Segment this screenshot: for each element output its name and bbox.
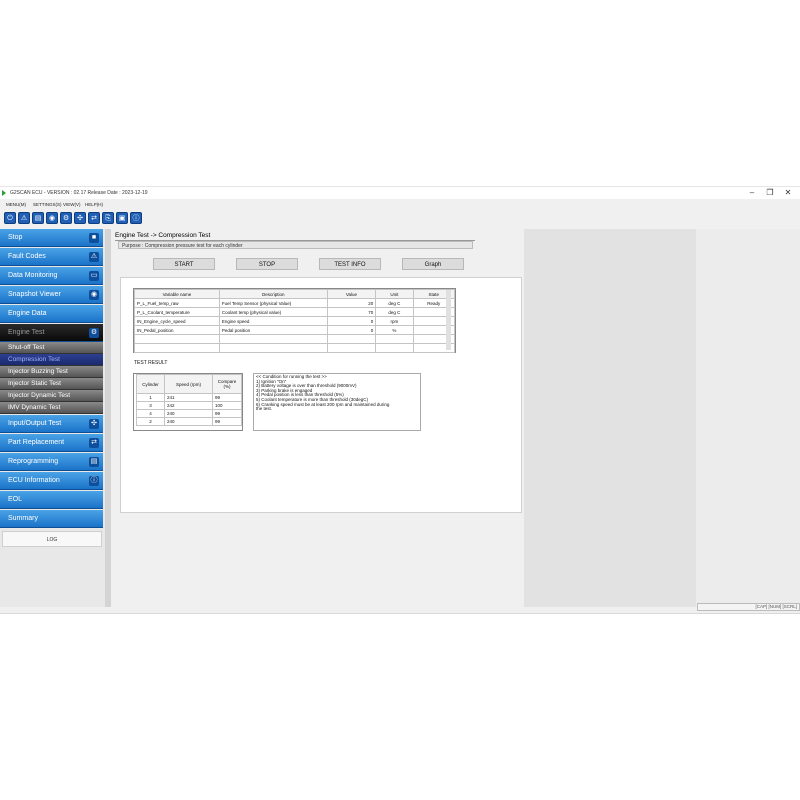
close-button[interactable]: ✕ [780,187,796,199]
window-title: G2SCAN ECU - VERSION : 02.17 Release Dat… [10,190,148,196]
table-row[interactable]: 2 240 99 [136,417,242,426]
sidebar-item-summary[interactable]: Summary [0,510,103,528]
result-table: Cylinder Speed (rpm) Compare (%) 1 241 9… [136,374,242,426]
variable-table-scrollbar[interactable] [446,290,451,350]
sidebar-item-reprogramming[interactable]: Reprogramming ▤ [0,453,103,471]
column-header: Speed (rpm) [164,374,213,394]
menu-settings[interactable]: SETTINGS(S) [33,200,62,209]
camera-icon: ◉ [89,290,99,300]
column-header: Value [326,289,377,299]
test-info-button[interactable]: TEST INFO [319,258,381,270]
sidebar-scrollbar[interactable] [105,229,111,607]
column-header: Cylinder [136,374,165,394]
sidebar-item-engine-data[interactable]: Engine Data [0,305,103,323]
sidebar-item-snapshot-viewer[interactable]: Snapshot Viewer ◉ [0,286,103,304]
monitor-icon: ▭ [89,271,99,281]
info-icon: ⓘ [89,476,99,486]
column-header: Compare (%) [212,374,242,394]
variable-table: Variable name Description Value Unit Sta… [134,289,456,353]
warning-icon: ⚠ [89,252,99,262]
table-row[interactable]: IN_Engine_cycle_speed Engine speed 0 rpm [134,316,456,326]
app-window: G2SCAN ECU - VERSION : 02.17 Release Dat… [0,186,800,614]
table-row[interactable]: P_L_Coolant_temperature Coolant temp (ph… [134,307,456,317]
replace-icon[interactable]: ⇄ [88,212,100,224]
table-row[interactable]: P_L_Fuel_temp_raw Fuel Temp Sensor (phys… [134,298,456,308]
io-icon[interactable]: ✣ [74,212,86,224]
table-row[interactable]: 1 241 99 [136,393,242,402]
stop-button[interactable]: STOP [236,258,298,270]
info-icon[interactable]: ⓘ [130,212,142,224]
menu-view[interactable]: VIEW(V) [63,200,81,209]
column-header: Unit [375,289,414,299]
sidebar-item-io-test[interactable]: Input/Output Test ✣ [0,415,103,433]
sidebar-item-data-monitoring[interactable]: Data Monitoring ▭ [0,267,103,285]
graph-button[interactable]: Graph [402,258,464,270]
test-conditions-box: << Condition for running the test >> 1) … [253,373,421,431]
fault-icon[interactable]: ⚠ [18,212,30,224]
sidebar-item-stop[interactable]: Stop ■ [0,229,103,247]
replace-icon: ⇄ [89,438,99,448]
breadcrumb: Engine Test -> Compression Test [115,231,475,241]
sidebar-item-fault-codes[interactable]: Fault Codes ⚠ [0,248,103,266]
sidebar-item-engine-test[interactable]: Engine Test ⚙ [0,324,103,342]
sidebar-item-part-replacement[interactable]: Part Replacement ⇄ [0,434,103,452]
chip-icon: ▤ [89,457,99,467]
table-row[interactable]: IN_Pedal_position Pedal position 0 % [134,325,456,335]
maximize-button[interactable]: ❐ [762,187,778,199]
status-bar: [CAP] [NUM] [SCRL] [697,603,800,611]
test-result-label: TEST RESULT [134,360,168,366]
chip-icon[interactable]: ▣ [116,212,128,224]
test-panel: Variable name Description Value Unit Sta… [120,277,522,513]
monitor-icon[interactable]: ▤ [32,212,44,224]
menu-help[interactable]: HELP(H) [85,200,103,209]
purpose-text: Purpose : Compression pressure test for … [118,241,473,249]
sidebar-item-ecu-information[interactable]: ECU Information ⓘ [0,472,103,490]
start-button[interactable]: START [153,258,215,270]
camera-icon[interactable]: ◉ [46,212,58,224]
table-row[interactable] [134,343,456,353]
log-button[interactable]: LOG [2,531,102,547]
column-header: Variable name [134,289,220,299]
menu-bar: MENU(M) SETTINGS(S) VIEW(V) HELP(H) [0,200,800,209]
power-icon[interactable]: ⏻ [4,212,16,224]
sidebar: Stop ■ Fault Codes ⚠ Data Monitoring ▭ Snap… [0,229,106,607]
table-row[interactable] [134,334,456,344]
minimize-button[interactable]: – [744,187,760,199]
stop-icon: ■ [89,233,99,243]
menu-main[interactable]: MENU(M) [6,200,26,209]
sidebar-subitem-injector-dynamic[interactable]: Injector Dynamic Test [0,390,103,402]
sidebar-subitem-injector-buzzing[interactable]: Injector Buzzing Test [0,366,103,378]
far-right-area [696,229,800,607]
engine-icon: ⚙ [89,328,99,338]
table-row[interactable]: 4 240 99 [136,409,242,418]
right-empty-area [524,229,696,607]
sidebar-item-eol[interactable]: EOL [0,491,103,509]
title-bar: G2SCAN ECU - VERSION : 02.17 Release Dat… [0,187,800,199]
copy-icon[interactable]: ⎘ [102,212,114,224]
column-header: Description [218,289,328,299]
sidebar-subitem-imv-dynamic[interactable]: IMV Dynamic Test [0,402,103,414]
sidebar-subitem-shutoff[interactable]: Shut-off Test [0,342,103,354]
app-logo-icon [2,190,6,196]
io-icon: ✣ [89,419,99,429]
table-row[interactable]: 3 242 100 [136,401,242,410]
sidebar-subitem-injector-static[interactable]: Injector Static Test [0,378,103,390]
engine-icon[interactable]: ⚙ [60,212,72,224]
sidebar-subitem-compression[interactable]: Compression Test [0,354,103,366]
